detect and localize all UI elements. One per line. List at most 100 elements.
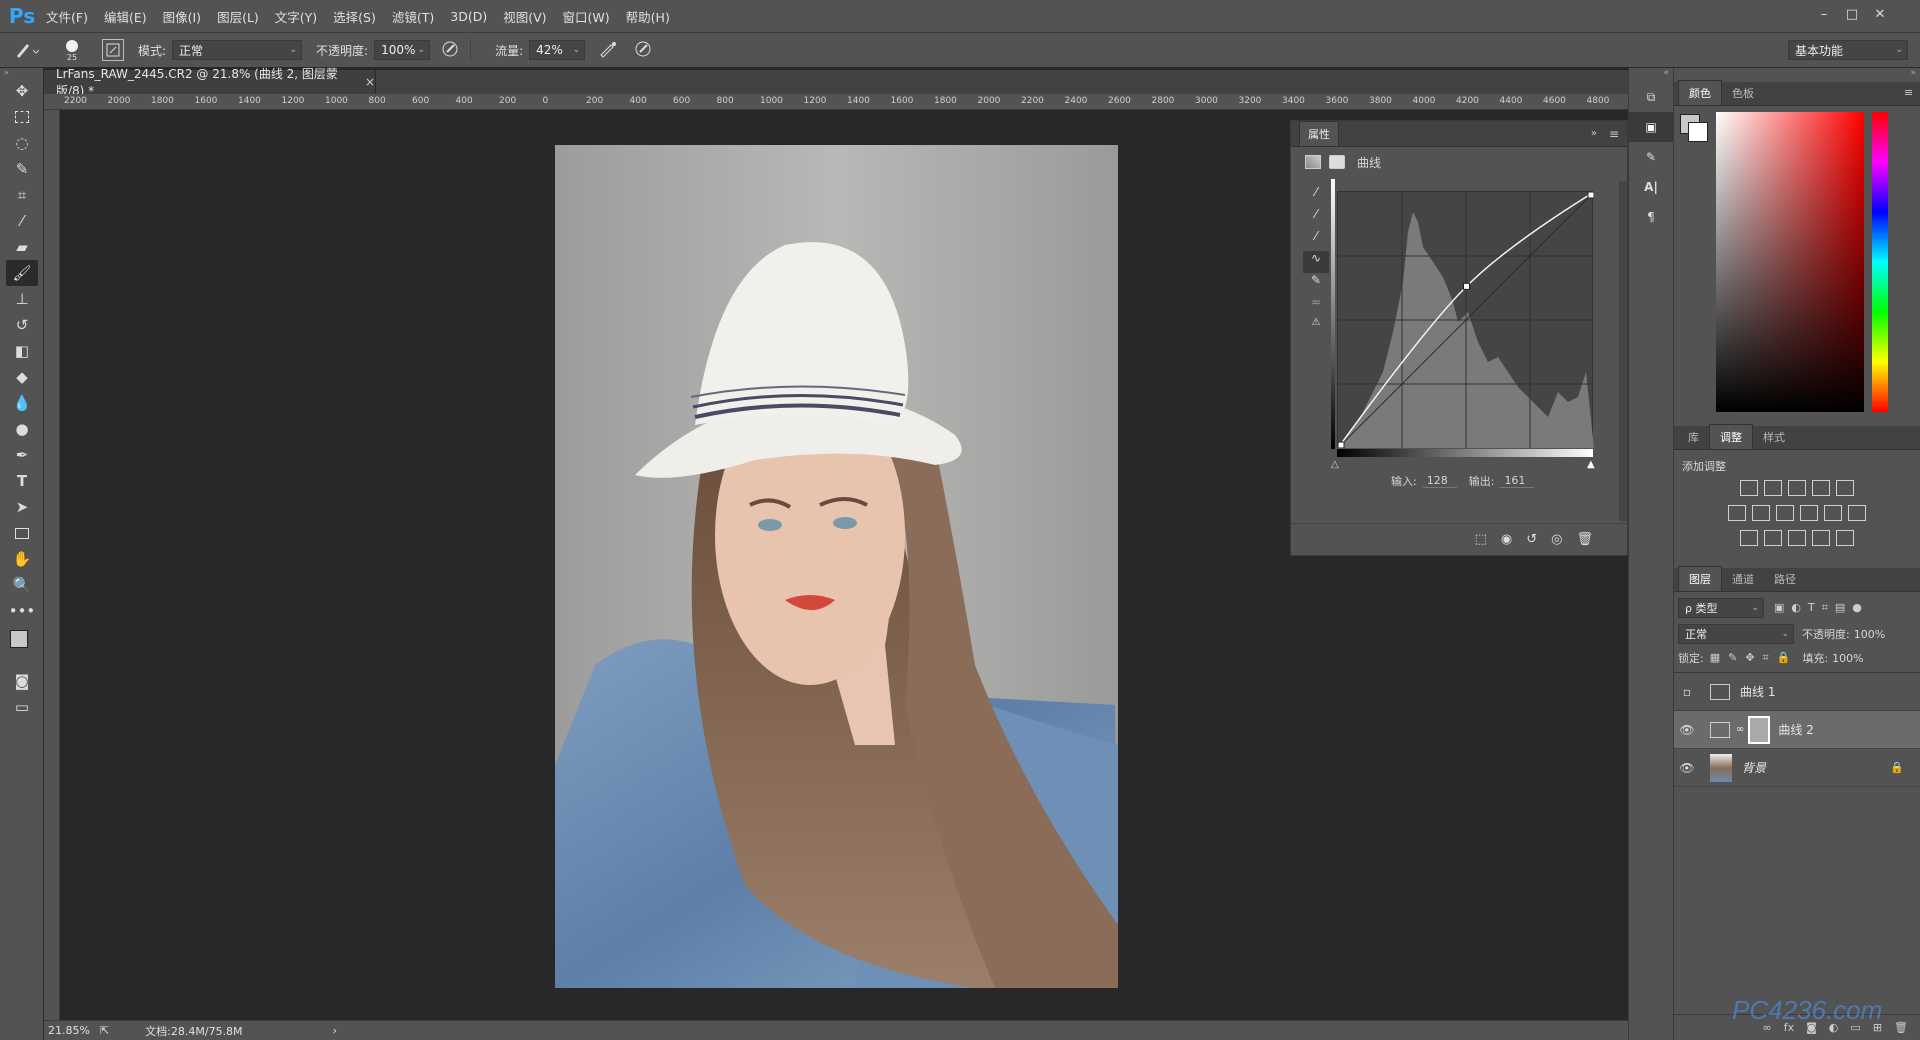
paint-bucket-tool[interactable]: ◆	[6, 364, 38, 390]
marquee-tool[interactable]	[6, 104, 38, 130]
path-select-tool[interactable]: ➤	[6, 494, 38, 520]
brush-picker[interactable]: 25	[50, 39, 94, 62]
zoom-tool[interactable]: 🔍	[6, 572, 38, 598]
collapse-icon[interactable]: «	[1629, 68, 1673, 82]
document-tab[interactable]: LrFans_RAW_2445.CR2 @ 21.8% (曲线 2, 图层蒙版/…	[44, 67, 376, 98]
color-lookup-icon[interactable]	[1848, 505, 1866, 521]
fill-value[interactable]: 100%	[1832, 652, 1863, 665]
view-previous-icon[interactable]: ◉	[1501, 532, 1512, 547]
hand-tool[interactable]: ✋	[6, 546, 38, 572]
white-point-eyedropper-icon[interactable]: ⁄	[1303, 229, 1329, 251]
delete-icon[interactable]: 🗑	[1576, 532, 1593, 547]
character-panel-icon[interactable]: A|	[1629, 172, 1673, 202]
maximize-button[interactable]: □	[1838, 4, 1866, 24]
menu-image[interactable]: 图像(I)	[155, 7, 209, 26]
close-window-button[interactable]: ✕	[1866, 4, 1894, 24]
invert-icon[interactable]	[1740, 530, 1758, 546]
properties-panel-icon[interactable]: ▣	[1629, 112, 1673, 142]
history-panel-icon[interactable]: ⧉	[1629, 82, 1673, 112]
chain-link-icon[interactable]: ∞	[1736, 724, 1744, 735]
healing-tool[interactable]: ▰	[6, 234, 38, 260]
layer-row[interactable]: ▫ 曲线 1	[1674, 673, 1920, 711]
black-point-eyedropper-icon[interactable]: ⁄	[1303, 185, 1329, 207]
hue-slider[interactable]	[1872, 112, 1888, 412]
menu-type[interactable]: 文字(Y)	[267, 7, 325, 26]
menu-3d[interactable]: 3D(D)	[442, 9, 495, 24]
eye-icon[interactable]: 👁	[1674, 723, 1700, 737]
output-value[interactable]: 161	[1500, 474, 1535, 488]
menu-layer[interactable]: 图层(L)	[209, 7, 267, 26]
lock-icons[interactable]: ▦✎✥⌗🔒	[1710, 651, 1799, 665]
history-brush-tool[interactable]: ↺	[6, 312, 38, 338]
crop-tool[interactable]: ⌗	[6, 182, 38, 208]
adjustment-layer-icon[interactable]	[1305, 155, 1321, 169]
panel-menu-icon[interactable]: ≡	[1609, 127, 1619, 141]
white-slider-icon[interactable]: ▲	[1587, 459, 1595, 470]
tab-color[interactable]: 颜色	[1678, 80, 1722, 105]
curves-icon[interactable]	[1788, 480, 1806, 496]
tab-adjustments[interactable]: 调整	[1709, 424, 1753, 449]
layer-row[interactable]: 👁 ∞ 曲线 2	[1674, 711, 1920, 749]
dodge-tool[interactable]: ●	[6, 416, 38, 442]
color-field[interactable]	[1716, 112, 1864, 412]
layer-filter-icons[interactable]: ▣◐T⌗▤●	[1774, 601, 1869, 615]
layer-opacity-value[interactable]: 100%	[1854, 628, 1885, 641]
pen-tool[interactable]: ✒	[6, 442, 38, 468]
color-balance-icon[interactable]	[1752, 505, 1770, 521]
channel-mixer-icon[interactable]	[1824, 505, 1842, 521]
gradient-map-icon[interactable]	[1836, 530, 1854, 546]
paragraph-panel-icon[interactable]: ¶	[1629, 202, 1673, 232]
menu-view[interactable]: 视图(V)	[495, 7, 554, 26]
type-tool[interactable]: T	[6, 468, 38, 494]
mode-select[interactable]: 正常 ⌄	[172, 40, 303, 60]
foreground-color[interactable]	[10, 630, 28, 648]
screen-mode-button[interactable]: ▭	[6, 694, 38, 720]
eye-icon[interactable]: 👁	[1674, 761, 1700, 775]
photo-filter-icon[interactable]	[1800, 505, 1818, 521]
mask-icon[interactable]	[1329, 155, 1345, 169]
clip-to-layer-icon[interactable]: ⬚	[1475, 532, 1487, 547]
panel-menu-icon[interactable]: ≡	[1904, 86, 1913, 99]
menu-help[interactable]: 帮助(H)	[618, 7, 678, 26]
menu-filter[interactable]: 滤镜(T)	[384, 7, 442, 26]
visibility-icon[interactable]: ◎	[1551, 532, 1562, 547]
export-icon[interactable]: ⇱	[100, 1024, 109, 1037]
hue-saturation-icon[interactable]	[1728, 505, 1746, 521]
eyedropper-tool[interactable]: ⁄	[6, 208, 38, 234]
tab-styles[interactable]: 样式	[1753, 425, 1795, 449]
threshold-icon[interactable]	[1788, 530, 1806, 546]
pressure-opacity-toggle[interactable]	[440, 39, 460, 62]
input-value[interactable]: 128	[1422, 474, 1457, 488]
zoom-level[interactable]: 21.85%	[48, 1024, 90, 1037]
black-white-icon[interactable]	[1776, 505, 1794, 521]
shape-tool[interactable]	[6, 520, 38, 546]
black-slider-icon[interactable]: △	[1331, 459, 1339, 470]
menu-edit[interactable]: 编辑(E)	[96, 7, 155, 26]
collapse-panel-icon[interactable]: »	[1591, 128, 1597, 139]
blur-tool[interactable]: 💧	[6, 390, 38, 416]
visibility-off-icon[interactable]: ▫	[1674, 685, 1700, 699]
brightness-icon[interactable]	[1740, 480, 1758, 496]
brushes-panel-icon[interactable]: ✎	[1629, 142, 1673, 172]
quick-select-tool[interactable]: ✎	[6, 156, 38, 182]
levels-icon[interactable]	[1764, 480, 1782, 496]
layer-kind-select[interactable]: ρ 类型 ⌄	[1678, 598, 1764, 618]
move-tool[interactable]: ✥	[6, 78, 38, 104]
menu-file[interactable]: 文件(F)	[38, 7, 96, 26]
eraser-tool[interactable]: ◧	[6, 338, 38, 364]
tab-paths[interactable]: 路径	[1764, 567, 1806, 591]
more-tools[interactable]: •••	[6, 598, 38, 624]
tab-libraries[interactable]: 库	[1678, 425, 1709, 449]
tab-properties[interactable]: 属性	[1299, 121, 1339, 146]
auto-warning-icon[interactable]: ⚠	[1303, 317, 1329, 339]
tab-layers[interactable]: 图层	[1678, 566, 1722, 591]
smooth-curve-icon[interactable]: ≈	[1303, 295, 1329, 317]
selective-color-icon[interactable]	[1812, 530, 1830, 546]
opacity-field[interactable]: 100% ⌄	[374, 40, 431, 60]
pressure-size-toggle[interactable]	[633, 39, 653, 62]
posterize-icon[interactable]	[1764, 530, 1782, 546]
trash-icon[interactable]: 🗑	[1894, 1021, 1908, 1034]
pencil-icon[interactable]: ✎	[1303, 273, 1329, 295]
brush-tool-preset[interactable]	[0, 35, 50, 65]
curves-graph[interactable]	[1337, 191, 1595, 449]
